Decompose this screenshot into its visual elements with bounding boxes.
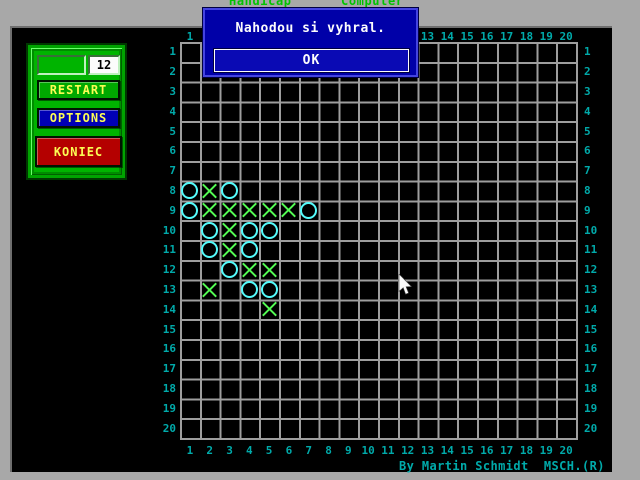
row-label-right: 9 [584,203,591,217]
row-label-left: 2 [169,65,176,79]
credit-text: By Martin Schmidt MSCH.(R) [399,459,605,473]
row-label-left: 8 [169,184,176,197]
row-label-right: 14 [584,302,598,316]
win-dialog-message: Nahodou si vyhral. [235,21,386,36]
row-label-right: 3 [584,85,591,98]
mark-o [260,281,278,298]
menu-panel: 12 RESTART OPTIONS KONIEC [26,43,127,180]
col-label-bottom: 20 [559,444,573,457]
row-label-right: 11 [584,243,598,257]
mark-x [201,202,218,219]
row-label-right: 13 [584,283,598,296]
options-button-label: OPTIONS [49,111,108,125]
row-label-right: 1 [584,45,591,59]
row-label-left: 19 [162,401,176,415]
win-dialog: Nahodou si vyhral. OK [202,7,419,78]
options-button[interactable]: OPTIONS [37,108,120,128]
row-label-left: 4 [169,104,176,118]
mouse-cursor-icon [398,274,413,295]
mark-x [221,222,238,239]
row-label-left: 5 [169,124,176,138]
mark-x [221,241,238,258]
mark-o [240,281,258,298]
score-slot [37,55,86,75]
row-label-right: 10 [584,223,598,237]
row-label-right: 15 [584,322,598,336]
col-label-top: 20 [559,30,573,43]
row-label-left: 6 [169,144,176,158]
mark-x [241,202,258,219]
mark-x [201,281,218,298]
header-left-text: Handicap [229,0,292,7]
row-label-left: 15 [162,322,176,336]
mark-o [300,201,318,219]
row-label-right: 19 [584,401,598,415]
row-label-left: 3 [169,85,176,98]
header-left-label: Handicap [229,0,292,7]
row-label-right: 4 [584,104,591,118]
row-label-right: 18 [584,382,598,395]
row-label-left: 12 [162,263,176,277]
row-label-left: 13 [162,283,176,296]
row-label-left: 10 [162,223,176,237]
mark-o [260,221,278,239]
header-right-text: Computer [341,0,404,7]
row-label-left: 7 [169,164,176,178]
header-right-label: Computer [341,0,404,7]
row-label-right: 5 [584,124,591,138]
ok-button[interactable]: OK [213,48,410,73]
row-label-right: 6 [584,144,591,158]
game-screen: Handicap Computer 12 RESTART OPTIONS KON… [0,0,640,480]
quit-button-label: KONIEC [53,144,104,159]
game-board-grid[interactable] [180,42,578,440]
move-counter: 12 [88,55,120,75]
mark-x [221,202,238,219]
ok-button-label: OK [302,53,321,68]
row-label-left: 20 [162,421,176,435]
row-label-right: 20 [584,421,598,435]
row-label-left: 9 [169,203,176,217]
mark-x [201,182,218,199]
row-label-right: 8 [584,184,591,197]
restart-button[interactable]: RESTART [37,80,120,100]
row-label-right: 12 [584,263,598,277]
mark-x [261,202,278,219]
restart-button-label: RESTART [49,83,108,97]
row-label-left: 1 [169,45,176,59]
move-counter-value: 12 [96,58,112,72]
mark-o [240,221,258,239]
row-label-right: 16 [584,342,598,356]
mark-x [280,202,297,219]
mark-x [241,261,258,278]
row-label-right: 7 [584,164,591,178]
mark-o [201,221,219,239]
mark-x [261,261,278,278]
row-label-left: 11 [162,243,176,257]
row-label-left: 17 [162,362,176,376]
row-label-right: 2 [584,65,591,79]
row-label-right: 17 [584,362,598,376]
quit-button[interactable]: KONIEC [35,136,122,167]
row-label-left: 14 [162,302,176,316]
row-label-left: 18 [162,382,176,395]
mark-o [221,182,238,199]
row-label-left: 16 [162,342,176,356]
mark-x [261,301,278,318]
